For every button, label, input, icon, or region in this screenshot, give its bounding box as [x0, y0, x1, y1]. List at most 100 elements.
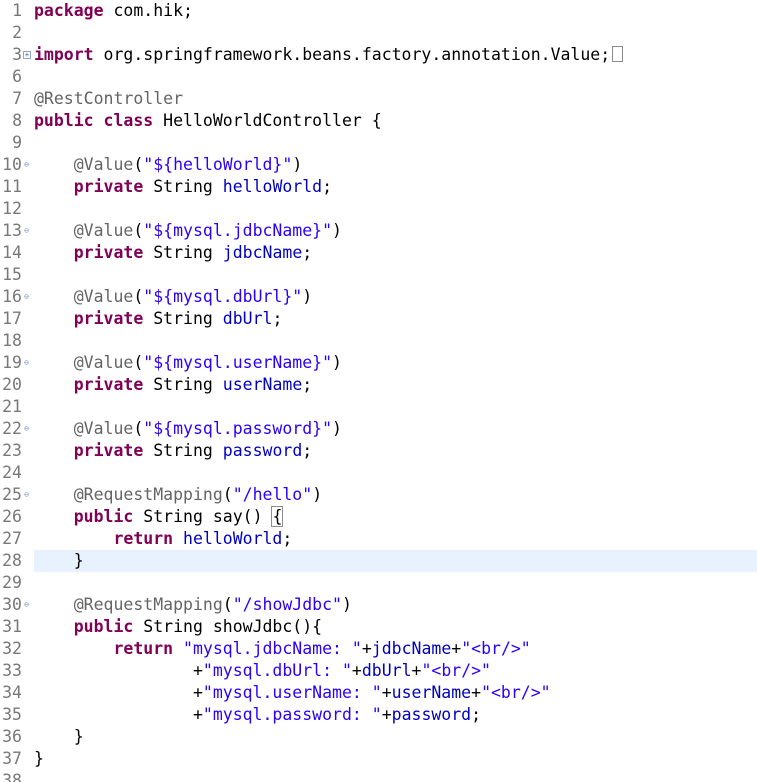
code-text: private String dbUrl; — [73, 309, 283, 328]
code-line[interactable]: 33 +"mysql.dbUrl: "+dbUrl+"<br/>" — [0, 660, 757, 682]
code-line[interactable]: 27 return helloWorld; — [0, 528, 757, 550]
code-text: @Value("${mysql.password}") — [73, 419, 342, 438]
line-number: 17 — [2, 309, 22, 328]
code-line[interactable]: 32 return "mysql.jdbcName: "+jdbcName+"<… — [0, 638, 757, 660]
code-line[interactable]: 10 ⊖ @Value("${helloWorld}") — [0, 154, 757, 176]
line-number: 18 — [2, 331, 22, 350]
code-text: private String password; — [73, 441, 313, 460]
line-number: 20 — [2, 375, 22, 394]
line-number: 28 — [2, 551, 22, 570]
code-line[interactable]: 28 } — [0, 550, 757, 572]
line-number: 16 — [2, 287, 22, 306]
code-line[interactable]: 21 — [0, 396, 757, 418]
code-line[interactable]: 8 public class HelloWorldController { — [0, 110, 757, 132]
line-number: 25 — [2, 485, 22, 504]
code-text: @RequestMapping("/hello") — [73, 485, 323, 504]
line-number: 10 — [2, 155, 22, 174]
code-text: private String userName; — [73, 375, 313, 394]
code-text: +"mysql.userName: "+userName+"<br/>" — [34, 683, 551, 702]
line-number: 36 — [2, 727, 22, 746]
code-line[interactable]: 35 +"mysql.password: "+password; — [0, 704, 757, 726]
code-line[interactable]: 1 package com.hik; — [0, 0, 757, 22]
code-line[interactable]: 23 private String password; — [0, 440, 757, 462]
code-text: @Value("${helloWorld}") — [73, 155, 303, 174]
code-line[interactable]: 2 — [0, 22, 757, 44]
code-line[interactable]: 13 ⊖ @Value("${mysql.jdbcName}") — [0, 220, 757, 242]
fold-collapse-icon[interactable]: ⊖ — [22, 292, 31, 301]
code-text: public String showJdbc(){ — [73, 617, 323, 636]
code-text: @Value("${mysql.dbUrl}") — [73, 287, 313, 306]
fold-collapse-icon[interactable]: ⊖ — [22, 424, 31, 433]
line-number: 19 — [2, 353, 22, 372]
line-number: 33 — [2, 661, 22, 680]
current-line-highlight — [34, 550, 757, 572]
fold-expand-icon[interactable]: + — [23, 51, 31, 59]
code-line[interactable]: 26 public String say() { — [0, 506, 757, 528]
code-line[interactable]: 37} — [0, 748, 757, 770]
code-editor[interactable]: 1 package com.hik; 2 3 + import org.springfra… — [0, 0, 757, 782]
line-number: 8 — [12, 111, 22, 130]
code-line[interactable]: 9 — [0, 132, 757, 154]
code-line[interactable]: 15 — [0, 264, 757, 286]
code-line[interactable]: 30 ⊖ @RequestMapping("/showJdbc") — [0, 594, 757, 616]
fold-collapse-icon[interactable]: ⊖ — [22, 600, 31, 609]
line-number: 26 — [2, 507, 22, 526]
line-number: 24 — [2, 463, 22, 482]
line-number: 29 — [2, 573, 22, 592]
code-line[interactable]: 24 — [0, 462, 757, 484]
line-number: 30 — [2, 595, 22, 614]
code-line[interactable]: 7 @RestController — [0, 88, 757, 110]
code-line[interactable]: 25 ⊖ @RequestMapping("/hello") — [0, 484, 757, 506]
fold-collapse-icon[interactable]: ⊖ — [22, 226, 31, 235]
line-number: 2 — [12, 23, 22, 42]
code-text: +"mysql.password: "+password; — [34, 705, 482, 724]
code-text: +"mysql.dbUrl: "+dbUrl+"<br/>" — [34, 661, 491, 680]
code-line[interactable]: 14 private String jdbcName; — [0, 242, 757, 264]
code-text: } — [34, 727, 84, 746]
folded-imports-icon[interactable] — [612, 46, 624, 62]
code-line[interactable]: 31 public String showJdbc(){ — [0, 616, 757, 638]
code-line[interactable]: 18 — [0, 330, 757, 352]
line-number: 38 — [2, 771, 22, 782]
line-number: 34 — [2, 683, 22, 702]
line-number: 15 — [2, 265, 22, 284]
line-number: 14 — [2, 243, 22, 262]
code-text: public class HelloWorldController { — [34, 111, 382, 130]
code-text: private String helloWorld; — [73, 177, 333, 196]
line-number: 23 — [2, 441, 22, 460]
code-text: package com.hik; — [34, 1, 193, 20]
code-text: @Value("${mysql.userName}") — [73, 353, 342, 372]
code-line[interactable]: 19 ⊖ @Value("${mysql.userName}") — [0, 352, 757, 374]
fold-collapse-icon[interactable]: ⊖ — [22, 490, 31, 499]
line-number: 21 — [2, 397, 22, 416]
fold-collapse-icon[interactable]: ⊖ — [22, 160, 31, 169]
line-number: 1 — [12, 1, 22, 20]
line-number: 9 — [12, 133, 22, 152]
code-line[interactable]: 29 — [0, 572, 757, 594]
line-number: 3 — [12, 45, 22, 64]
code-text: public String say() { — [73, 506, 284, 527]
matching-brace: { — [271, 506, 284, 527]
code-line[interactable]: 17 private String dbUrl; — [0, 308, 757, 330]
code-line[interactable]: 22 ⊖ @Value("${mysql.password}") — [0, 418, 757, 440]
code-line[interactable]: 6 — [0, 66, 757, 88]
code-line[interactable]: 34 +"mysql.userName: "+userName+"<br/>" — [0, 682, 757, 704]
line-number: 37 — [2, 749, 22, 768]
code-text: return helloWorld; — [113, 529, 293, 548]
code-line[interactable]: 16 ⊖ @Value("${mysql.dbUrl}") — [0, 286, 757, 308]
code-text: } — [34, 551, 84, 570]
code-line[interactable]: 38 — [0, 770, 757, 782]
line-number: 35 — [2, 705, 22, 724]
line-number: 27 — [2, 529, 22, 548]
code-line[interactable]: 11 private String helloWorld; — [0, 176, 757, 198]
code-line[interactable]: 36 } — [0, 726, 757, 748]
code-line[interactable]: 12 — [0, 198, 757, 220]
code-line[interactable]: 3 + import org.springframework.beans.facto… — [0, 44, 757, 66]
code-text: @RestController — [34, 89, 184, 108]
code-line[interactable]: 20 private String userName; — [0, 374, 757, 396]
code-text: @Value("${mysql.jdbcName}") — [73, 221, 342, 240]
fold-collapse-icon[interactable]: ⊖ — [22, 358, 31, 367]
line-number: 6 — [12, 67, 22, 86]
line-number: 7 — [12, 89, 22, 108]
line-number: 32 — [2, 639, 22, 658]
